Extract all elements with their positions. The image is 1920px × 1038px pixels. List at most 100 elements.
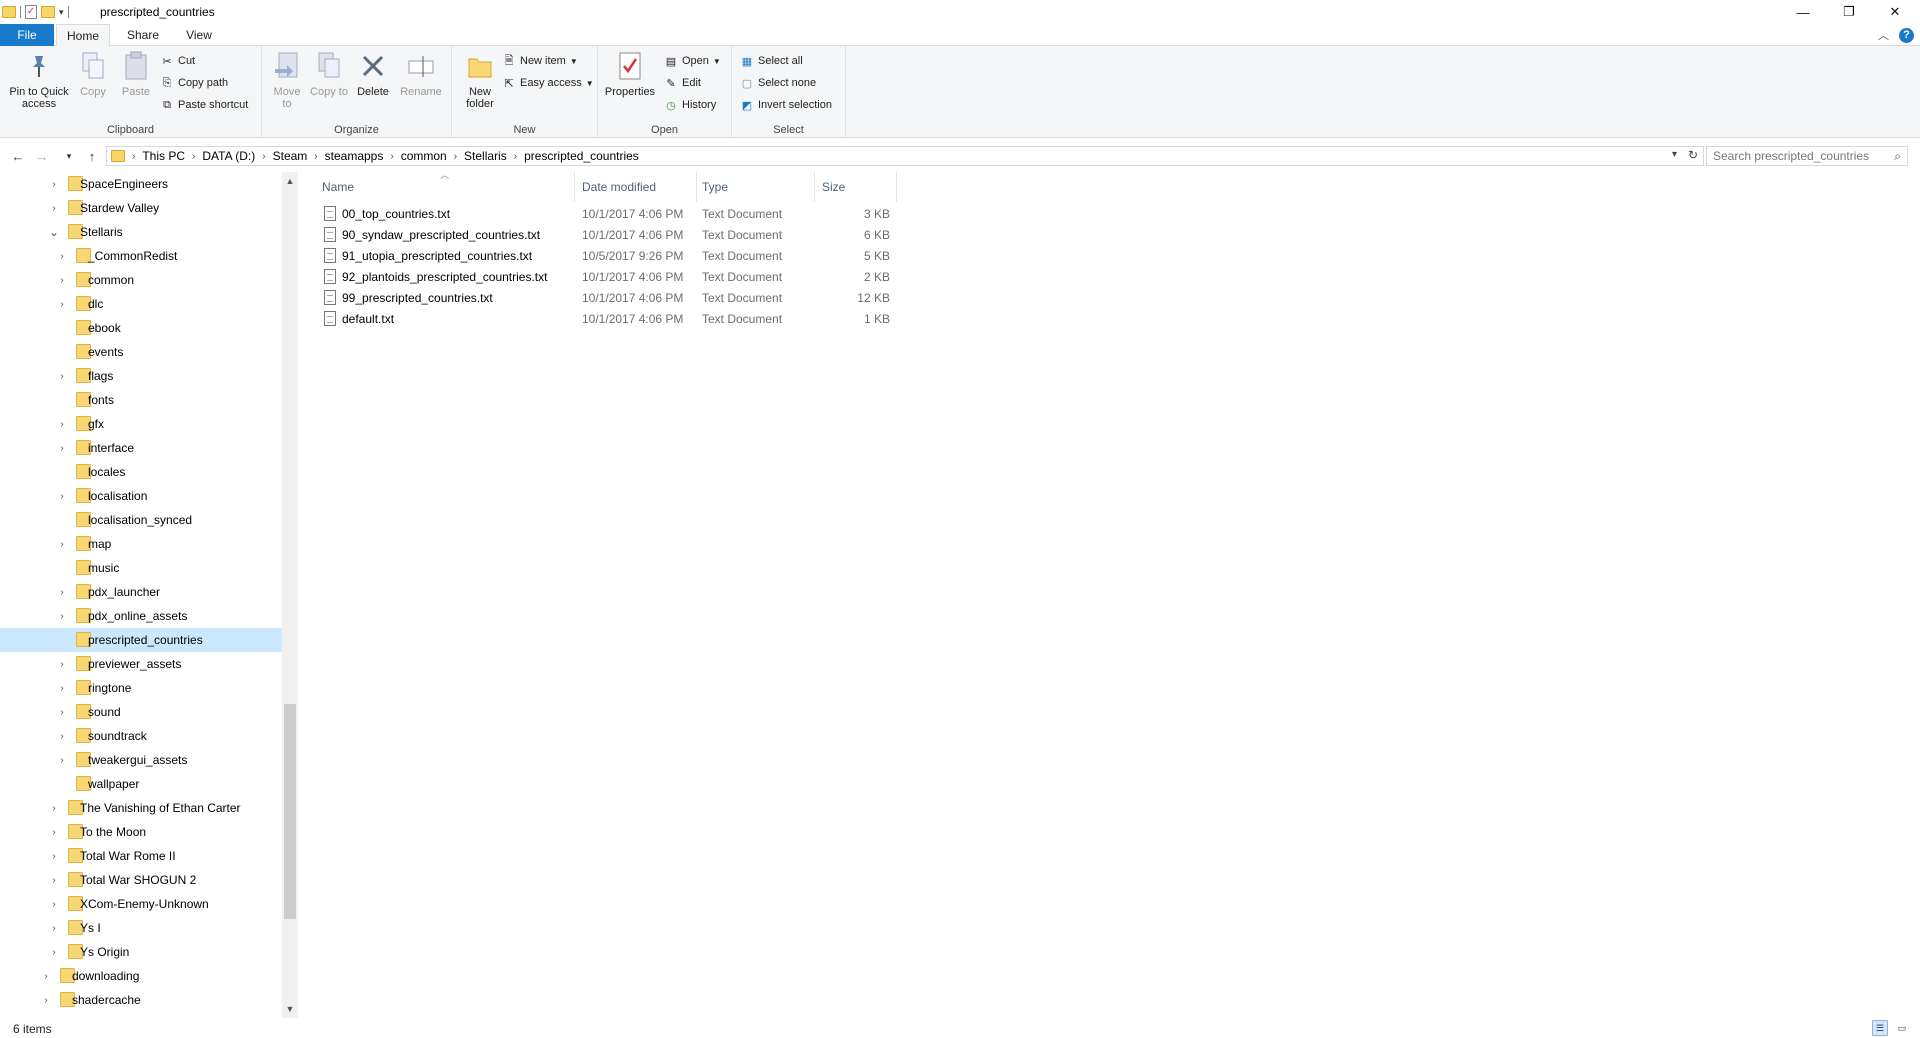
chevron-right-icon[interactable]: › — [56, 370, 68, 382]
details-view-icon[interactable]: ☰ — [1872, 1020, 1888, 1036]
minimize-button[interactable]: — — [1780, 0, 1826, 24]
refresh-icon[interactable]: ↻ — [1688, 148, 1698, 162]
column-header-date-modified[interactable]: Date modified — [580, 172, 680, 202]
copy-path-button[interactable]: ⎘ Copy path — [160, 74, 229, 92]
select-all-button[interactable]: ▦ Select all — [740, 52, 803, 70]
tree-item[interactable]: › ringtone — [0, 676, 282, 700]
tree-item[interactable]: › XCom-Enemy-Unknown — [0, 892, 282, 916]
recent-locations-chevron-icon[interactable]: ▾ — [62, 146, 76, 166]
column-divider[interactable] — [696, 172, 697, 202]
address-bar[interactable]: › This PC › DATA (D:) › Steam › steamapps › comm… — [106, 146, 1704, 166]
chevron-right-icon[interactable]: › — [40, 970, 52, 982]
edit-button[interactable]: ✎ Edit — [664, 74, 701, 92]
tree-item[interactable]: › gfx — [0, 412, 282, 436]
tree-item[interactable]: › localisation — [0, 484, 282, 508]
large-icons-view-icon[interactable]: ▭ — [1894, 1020, 1910, 1036]
chevron-right-icon[interactable]: › — [259, 151, 268, 162]
tree-item[interactable]: › map — [0, 532, 282, 556]
breadcrumb-item[interactable]: DATA (D:) — [198, 149, 259, 163]
delete-button[interactable]: Delete — [354, 50, 392, 98]
scroll-up-arrow-icon[interactable]: ▲ — [284, 176, 296, 186]
chevron-right-icon[interactable]: › — [48, 850, 60, 862]
new-item-button[interactable]: 🗎 New item ▼ — [502, 52, 578, 70]
chevron-right-icon[interactable]: › — [56, 418, 68, 430]
customize-quick-access-dropdown[interactable]: ▾ — [59, 7, 64, 18]
scrollbar-thumb[interactable] — [284, 704, 296, 919]
breadcrumb-item[interactable]: prescripted_countries — [520, 149, 643, 163]
rename-button[interactable]: Rename — [398, 50, 444, 98]
tree-item[interactable]: › Stardew Valley — [0, 196, 282, 220]
tree-item[interactable]: › To the Moon — [0, 820, 282, 844]
chevron-right-icon[interactable]: › — [56, 586, 68, 598]
copy-to-button[interactable]: Copy to — [310, 50, 348, 98]
tree-item[interactable]: › Total War SHOGUN 2 — [0, 868, 282, 892]
file-row[interactable]: default.txt 10/1/2017 4:06 PM Text Documen… — [318, 309, 898, 330]
properties-quick-icon[interactable]: ✓ — [25, 5, 37, 19]
back-arrow-icon[interactable]: ← — [8, 146, 28, 166]
tree-item[interactable]: › downloading — [0, 964, 282, 988]
address-dropdown-icon[interactable]: ▾ — [1672, 149, 1677, 160]
breadcrumb-item[interactable]: steamapps — [321, 149, 388, 163]
invert-selection-button[interactable]: ◩ Invert selection — [740, 96, 832, 114]
chevron-right-icon[interactable]: › — [56, 730, 68, 742]
tree-item[interactable]: › interface — [0, 436, 282, 460]
file-row[interactable]: 92_plantoids_prescripted_countries.txt 10… — [318, 267, 898, 288]
chevron-right-icon[interactable]: › — [48, 898, 60, 910]
tree-item[interactable]: › Total War Rome II — [0, 844, 282, 868]
tree-item[interactable]: ⌄ Stellaris — [0, 220, 282, 244]
cut-button[interactable]: ✂ Cut — [160, 52, 195, 70]
tree-item[interactable]: › flags — [0, 364, 282, 388]
tree-item[interactable]: localisation_synced — [0, 508, 282, 532]
easy-access-button[interactable]: ⇱ Easy access ▼ — [502, 74, 593, 92]
tree-item[interactable]: › tweakergui_assets — [0, 748, 282, 772]
file-row[interactable]: 00_top_countries.txt 10/1/2017 4:06 PM Tex… — [318, 204, 898, 225]
breadcrumb-item[interactable]: Stellaris — [460, 149, 511, 163]
chevron-right-icon[interactable]: › — [56, 754, 68, 766]
tree-item[interactable]: › soundtrack — [0, 724, 282, 748]
tree-item[interactable]: › shadercache — [0, 988, 282, 1012]
column-header-type[interactable]: Type — [700, 172, 790, 202]
chevron-right-icon[interactable]: › — [48, 178, 60, 190]
pin-to-quick-access-button[interactable]: Pin to Quick access — [4, 50, 74, 110]
forward-arrow-icon[interactable]: → — [32, 146, 52, 166]
nav-scrollbar[interactable]: ▲ ▼ — [282, 172, 298, 1018]
column-divider[interactable] — [896, 172, 897, 202]
tab-share[interactable]: Share — [116, 24, 170, 46]
scroll-down-arrow-icon[interactable]: ▼ — [284, 1004, 296, 1014]
chevron-right-icon[interactable]: › — [48, 826, 60, 838]
tab-home[interactable]: Home — [56, 24, 110, 47]
chevron-right-icon[interactable]: › — [56, 538, 68, 550]
up-arrow-icon[interactable]: ↑ — [82, 146, 102, 166]
column-header-size[interactable]: Size — [820, 172, 890, 202]
tree-item[interactable]: › Ys I — [0, 916, 282, 940]
tree-item[interactable]: events — [0, 340, 282, 364]
breadcrumb-item[interactable]: Steam — [269, 149, 312, 163]
tab-view[interactable]: View — [172, 24, 226, 46]
copy-button[interactable]: Copy — [76, 50, 110, 98]
chevron-right-icon[interactable]: › — [48, 802, 60, 814]
tree-item[interactable]: › common — [0, 268, 282, 292]
collapse-ribbon-icon[interactable]: ︿ — [1878, 27, 1889, 43]
chevron-right-icon[interactable]: › — [48, 874, 60, 886]
tree-item[interactable]: › pdx_online_assets — [0, 604, 282, 628]
tree-item[interactable]: locales — [0, 460, 282, 484]
chevron-right-icon[interactable]: › — [311, 151, 320, 162]
chevron-right-icon[interactable]: › — [451, 151, 460, 162]
help-icon[interactable]: ? — [1899, 27, 1914, 43]
chevron-right-icon[interactable]: › — [48, 946, 60, 958]
chevron-right-icon[interactable]: › — [48, 922, 60, 934]
file-row[interactable]: 99_prescripted_countries.txt 10/1/2017 4:… — [318, 288, 898, 309]
chevron-right-icon[interactable]: › — [511, 151, 520, 162]
chevron-right-icon[interactable]: › — [189, 151, 198, 162]
chevron-right-icon[interactable]: › — [56, 706, 68, 718]
chevron-right-icon[interactable]: › — [387, 151, 396, 162]
chevron-right-icon[interactable]: › — [56, 682, 68, 694]
history-button[interactable]: ◷ History — [664, 96, 716, 114]
chevron-right-icon[interactable]: › — [56, 274, 68, 286]
tree-item[interactable]: ebook — [0, 316, 282, 340]
column-divider[interactable] — [574, 172, 575, 202]
close-button[interactable]: ✕ — [1872, 0, 1918, 24]
tree-item[interactable]: › dlc — [0, 292, 282, 316]
chevron-right-icon[interactable]: › — [56, 658, 68, 670]
file-row[interactable]: 91_utopia_prescripted_countries.txt 10/5/… — [318, 246, 898, 267]
